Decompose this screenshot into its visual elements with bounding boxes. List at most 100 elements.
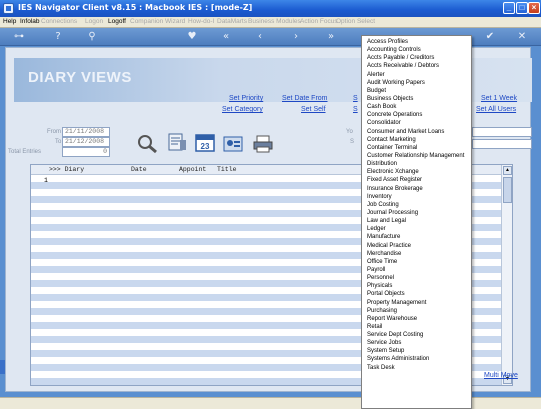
business-modules-menu: Access Profiles Accounting Controls Acct… (361, 35, 472, 409)
menu-item[interactable]: Payroll (362, 266, 471, 274)
set-self-link[interactable]: Set Self (301, 106, 326, 113)
menu-item[interactable]: Distribution (362, 160, 471, 168)
menu-datamarts[interactable]: DataMarts (217, 18, 247, 25)
menu-item[interactable]: Accts Payable / Creditors (362, 54, 471, 62)
document-edit-icon[interactable] (166, 132, 188, 152)
total-entries-field: 0 (62, 147, 110, 157)
to-date-field[interactable]: 21/12/2008 (62, 137, 110, 147)
search-icon[interactable] (136, 134, 158, 154)
calendar-icon[interactable]: 23 (194, 132, 216, 152)
search-icon[interactable]: ⚲ (86, 31, 98, 43)
col-date[interactable]: Date (131, 166, 147, 173)
menu-item[interactable]: Medical Practice (362, 242, 471, 250)
from-date-field[interactable]: 21/11/2008 (62, 127, 110, 137)
menu-logoff[interactable]: Logoff (108, 18, 126, 25)
menu-logon[interactable]: Logon (85, 18, 103, 25)
menu-item[interactable]: Inventory (362, 193, 471, 201)
page-title: DIARY VIEWS (28, 69, 132, 86)
heart-icon[interactable]: ♥ (186, 31, 198, 43)
menu-item[interactable]: System Setup (362, 347, 471, 355)
menu-item[interactable]: Systems Administration (362, 355, 471, 363)
close-icon[interactable]: ✕ (516, 31, 528, 43)
row-number: 1 (44, 177, 48, 184)
total-entries-label: Total Entries (8, 149, 42, 155)
check-icon[interactable]: ✔ (484, 31, 496, 43)
right-field-1[interactable] (472, 127, 532, 137)
menu-item[interactable]: Office Time (362, 258, 471, 266)
contact-card-icon[interactable] (222, 134, 244, 154)
back-icon[interactable]: ‹ (254, 31, 266, 43)
menu-item[interactable]: Ledger (362, 225, 471, 233)
right-field-2[interactable] (472, 139, 532, 149)
menu-item[interactable]: Business Objects (362, 95, 471, 103)
menu-item[interactable]: Accts Receivable / Debtors (362, 62, 471, 70)
maximize-button[interactable]: □ (516, 2, 528, 14)
menu-item[interactable]: Law and Legal (362, 217, 471, 225)
menu-item[interactable]: Physicals (362, 282, 471, 290)
menu-item[interactable]: Contact Marketing (362, 136, 471, 144)
menu-option-select[interactable]: Option Select (336, 18, 375, 25)
menu-item[interactable]: Concrete Operations (362, 111, 471, 119)
menu-item[interactable]: Service Dept Costing (362, 331, 471, 339)
left-strip (0, 360, 5, 374)
side-label-2: S (350, 139, 355, 145)
menu-item[interactable]: Consumer and Market Loans (362, 128, 471, 136)
scroll-up-icon[interactable]: ▲ (503, 166, 512, 175)
menu-item[interactable]: Consolidator (362, 119, 471, 127)
menu-item[interactable]: Access Profiles (362, 38, 471, 46)
close-window-button[interactable]: × (528, 2, 540, 14)
minimize-button[interactable]: _ (503, 2, 515, 14)
multi-move-link[interactable]: Multi Move (484, 372, 518, 379)
menu-item[interactable]: Merchandise (362, 250, 471, 258)
menu-item[interactable]: Fixed Asset Register (362, 176, 471, 184)
partial-link-1[interactable]: S (353, 95, 358, 102)
menu-wizard[interactable]: Wizard (165, 18, 185, 25)
set-1-week-link[interactable]: Set 1 Week (481, 95, 517, 102)
col-appoint[interactable]: Appoint (179, 166, 206, 173)
menu-action-focus[interactable]: Action Focus (300, 18, 338, 25)
grid-scrollbar[interactable]: ▲ ▼ (501, 165, 512, 385)
menu-infolab[interactable]: Infolab (20, 18, 40, 25)
menu-item[interactable]: Retail (362, 323, 471, 331)
menu-item[interactable]: Customer Relationship Management (362, 152, 471, 160)
set-all-users-link[interactable]: Set All Users (476, 106, 516, 113)
menu-item[interactable]: Report Warehouse (362, 315, 471, 323)
menu-bar: Help Infolab Connections Logon Logoff Co… (0, 17, 541, 28)
menu-item[interactable]: Budget (362, 87, 471, 95)
set-priority-link[interactable]: Set Priority (229, 95, 263, 102)
menu-item[interactable]: Audit Working Papers (362, 79, 471, 87)
menu-companion[interactable]: Companion (130, 18, 163, 25)
menu-item[interactable]: Alerter (362, 71, 471, 79)
set-category-link[interactable]: Set Category (222, 106, 263, 113)
menu-item[interactable]: Manufacture (362, 233, 471, 241)
menu-connections[interactable]: Connections (41, 18, 77, 25)
col-title[interactable]: Title (217, 166, 237, 173)
fast-forward-icon[interactable]: » (325, 31, 337, 43)
menu-item[interactable]: Task Desk (362, 364, 471, 372)
forward-icon[interactable]: › (290, 31, 302, 43)
key-icon[interactable]: ⊶ (10, 31, 28, 43)
menu-item[interactable]: Accounting Controls (362, 46, 471, 54)
set-date-from-link[interactable]: Set Date From (282, 95, 328, 102)
help-icon[interactable]: ? (52, 31, 64, 43)
menu-how-do-i[interactable]: How-do-I (188, 18, 214, 25)
menu-item[interactable]: Portal Objects (362, 290, 471, 298)
menu-item[interactable]: Insurance Brokerage (362, 185, 471, 193)
title-bar: IES Navigator Client v8.15 : Macbook IES… (0, 0, 541, 17)
rewind-icon[interactable]: « (220, 31, 232, 43)
menu-item[interactable]: Cash Book (362, 103, 471, 111)
menu-business-modules[interactable]: Business Modules (248, 18, 301, 25)
menu-item[interactable]: Personnel (362, 274, 471, 282)
printer-icon[interactable] (252, 134, 274, 154)
col-diary[interactable]: >>> Diary (49, 166, 84, 173)
menu-item[interactable]: Purchasing (362, 307, 471, 315)
scroll-thumb[interactable] (503, 177, 512, 203)
menu-item[interactable]: Property Management (362, 299, 471, 307)
menu-item[interactable]: Electronic Xchange (362, 168, 471, 176)
menu-item[interactable]: Journal Processing (362, 209, 471, 217)
menu-item[interactable]: Job Costing (362, 201, 471, 209)
menu-help[interactable]: Help (3, 18, 16, 25)
partial-link-2[interactable]: S (353, 106, 358, 113)
menu-item[interactable]: Service Jobs (362, 339, 471, 347)
menu-item[interactable]: Container Terminal (362, 144, 471, 152)
